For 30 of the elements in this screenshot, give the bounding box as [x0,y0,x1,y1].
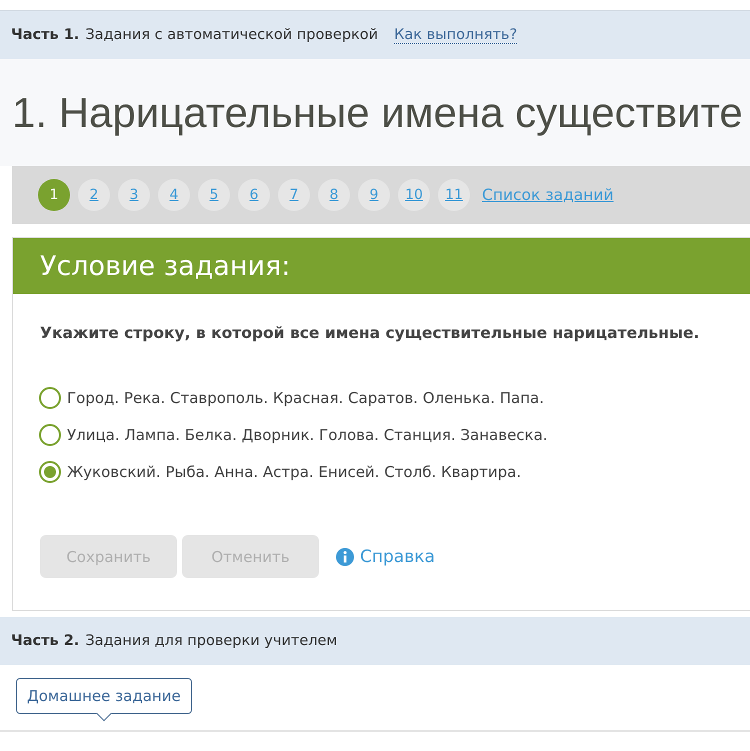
radio-button[interactable] [39,461,61,483]
section-title: Задания с автоматической проверкой [85,27,378,43]
help-link[interactable]: Как выполнять? [394,26,518,44]
page-button[interactable]: 11 [438,179,470,211]
page-button[interactable]: 6 [238,179,270,211]
section-label: Часть 2. [11,633,80,649]
section-label: Часть 1. [11,27,80,43]
page-button[interactable]: 5 [198,179,230,211]
page-button[interactable]: 2 [78,179,110,211]
homework-tab[interactable]: Домашнее задание [16,678,192,714]
radio-button[interactable] [39,387,61,409]
info-icon [336,548,354,566]
page-button[interactable]: 10 [398,179,430,211]
page-button[interactable]: 7 [278,179,310,211]
page-button[interactable]: 4 [158,179,190,211]
option-label[interactable]: Улица. Лампа. Белка. Дворник. Голова. Станция. Занавеска. [67,426,548,444]
task-list-link[interactable]: Список заданий [482,186,614,204]
question-text: Укажите строку, в которой все имена существительные нарицательные. [40,324,700,342]
page-title: 1. Нарицательные имена существите [12,88,743,136]
option-label[interactable]: Город. Река. Ставрополь. Красная. Саратов. Оленька. Папа. [67,389,544,407]
help-link[interactable]: Справка [336,546,435,566]
option-label[interactable]: Жуковский. Рыба. Анна. Астра. Енисей. Столб. Квартира. [67,463,522,481]
help-link-text[interactable]: Справка [360,546,435,566]
page-button[interactable]: 1 [38,179,70,211]
page-button[interactable]: 3 [118,179,150,211]
radio-button[interactable] [39,424,61,446]
card-header: Условие задания: [13,238,750,294]
page-button[interactable]: 9 [358,179,390,211]
section-title: Задания для проверки учителем [85,633,338,649]
page-button[interactable]: 8 [318,179,350,211]
